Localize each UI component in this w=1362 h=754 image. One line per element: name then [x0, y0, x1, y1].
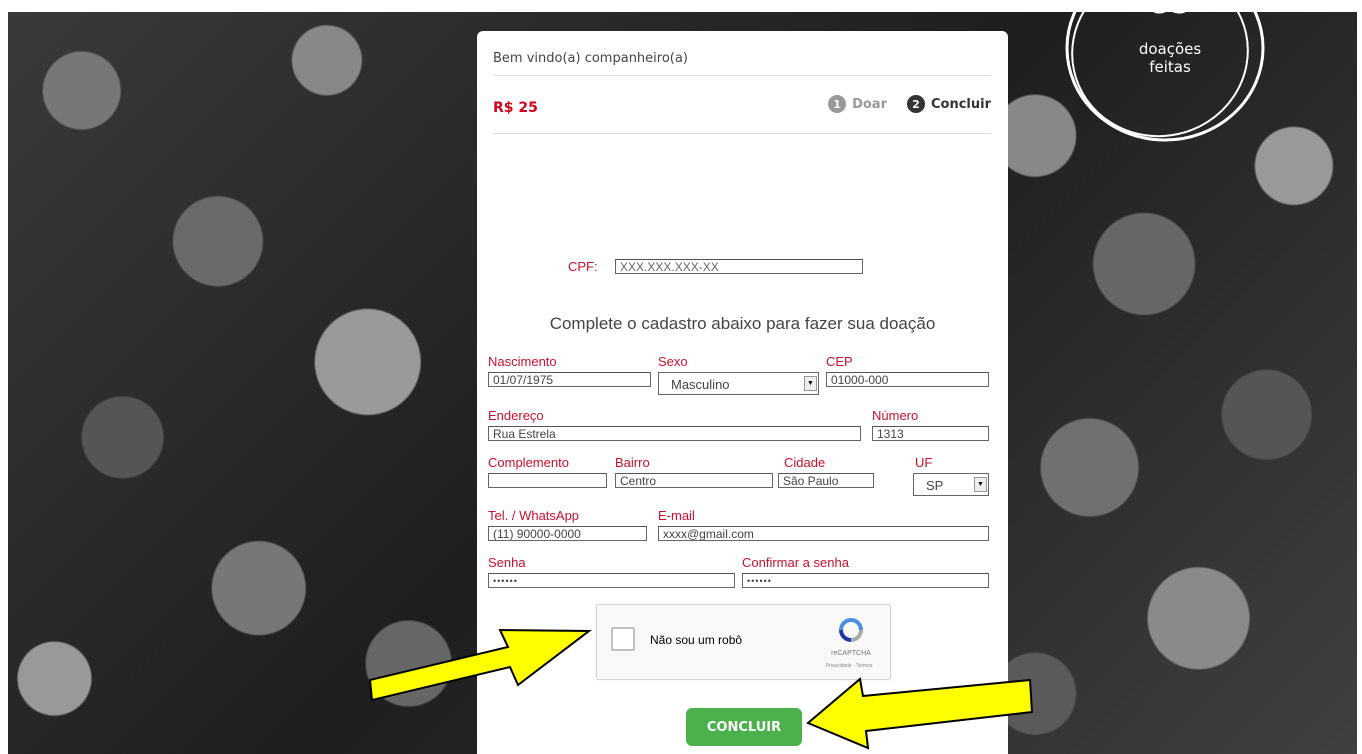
complemento-input[interactable]: [488, 473, 607, 488]
step-doar[interactable]: 1 Doar: [828, 95, 887, 113]
senha-label: Senha: [488, 555, 526, 570]
uf-label: UF: [915, 455, 933, 470]
telefone-label: Tel. / WhatsApp: [488, 508, 580, 523]
dropdown-arrow-icon: ▼: [974, 477, 987, 492]
numero-label: Número: [872, 408, 919, 423]
recaptcha-logo-icon: [839, 618, 863, 642]
bairro-input[interactable]: [615, 473, 773, 488]
step-concluir: 2 Concluir: [906, 95, 991, 113]
email-input[interactable]: [658, 526, 989, 541]
telefone-input[interactable]: [488, 526, 647, 541]
nascimento-label: Nascimento: [488, 354, 557, 369]
recaptcha-terms-link[interactable]: Privacidade - Termos: [811, 663, 887, 669]
step-label: Concluir: [930, 96, 991, 112]
cidade-label: Cidade: [784, 455, 826, 470]
nascimento-input[interactable]: [488, 372, 651, 387]
email-label: E-mail: [658, 508, 695, 523]
complemento-label: Complemento: [488, 455, 569, 470]
donation-amount: R$ 25: [493, 100, 538, 116]
endereco-input[interactable]: [488, 426, 861, 441]
counter-label-1: doações: [1138, 40, 1202, 58]
dropdown-arrow-icon: ▼: [804, 376, 817, 391]
step-number: 1: [828, 95, 847, 113]
form-heading: Complete o cadastro abaixo para fazer su…: [549, 314, 936, 333]
uf-select[interactable]: SP ▼: [913, 473, 989, 496]
cidade-input[interactable]: [778, 473, 874, 488]
cep-label: CEP: [826, 354, 853, 369]
right-border: [1357, 0, 1362, 754]
counter-number: 85: [1149, 0, 1191, 21]
recaptcha-brand: reCAPTCHA: [831, 650, 871, 657]
sexo-value: Masculino: [671, 377, 730, 392]
numero-input[interactable]: [872, 426, 989, 441]
divider: [493, 133, 991, 134]
confirmar-senha-input[interactable]: [742, 573, 989, 588]
left-border: [0, 0, 8, 754]
senha-input[interactable]: [488, 573, 735, 588]
step-label: Doar: [852, 96, 887, 112]
donation-counter: 85 doações feitas: [1060, 0, 1270, 150]
recaptcha-widget: Não sou um robô reCAPTCHA Privacidade - …: [596, 604, 891, 680]
recaptcha-checkbox[interactable]: [611, 627, 635, 651]
cep-input[interactable]: [826, 372, 989, 387]
concluir-button[interactable]: CONCLUIR: [686, 708, 802, 746]
uf-value: SP: [926, 478, 944, 493]
recaptcha-label: Não sou um robô: [650, 633, 743, 647]
bairro-label: Bairro: [615, 455, 650, 470]
sexo-select[interactable]: Masculino ▼: [658, 372, 819, 395]
step-indicator: 1 Doar 2 Concluir: [828, 95, 991, 113]
endereco-label: Endereço: [488, 408, 544, 423]
sexo-label: Sexo: [658, 354, 688, 369]
cpf-label: CPF:: [568, 259, 598, 274]
confirmar-senha-label: Confirmar a senha: [742, 555, 849, 570]
donation-panel: Bem vindo(a) companheiro(a) R$ 25 1 Doar…: [477, 31, 1008, 754]
counter-label-2: feitas: [1149, 58, 1191, 76]
cpf-input[interactable]: [615, 259, 863, 274]
divider: [493, 75, 991, 76]
welcome-text: Bem vindo(a) companheiro(a): [493, 51, 688, 66]
step-number: 2: [906, 95, 925, 113]
